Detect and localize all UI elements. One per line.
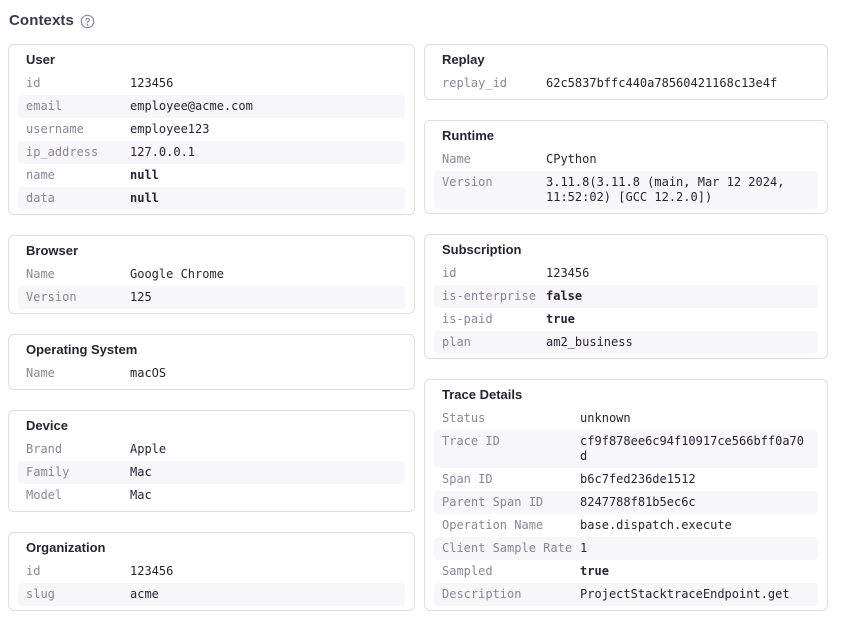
context-card: Organization id123456slugacme: [8, 532, 415, 611]
row-value-link[interactable]: cf9f878ee6c94f10917ce566bff0a70d: [580, 430, 818, 468]
card-title: Replay: [442, 51, 810, 68]
row-key: Operation Name: [434, 514, 580, 537]
card-title: User: [26, 51, 397, 68]
row-value: 62c5837bffc440a78560421168c13e4f: [546, 72, 818, 95]
row-key: Name: [18, 263, 130, 286]
row-value: 1: [580, 537, 818, 560]
row-key: username: [18, 118, 130, 141]
card-rows: replay_id62c5837bffc440a78560421168c13e4…: [434, 72, 818, 95]
context-card: Subscription id123456is-enterprisefalsei…: [424, 234, 828, 359]
row-key: Name: [18, 362, 130, 385]
row-value: Mac: [130, 461, 405, 484]
card-rows: BrandAppleFamilyMacModelMac: [18, 438, 405, 507]
row-value: 123456: [130, 560, 405, 583]
row-key: Name: [434, 148, 546, 171]
right-column: Replay replay_id62c5837bffc440a785604211…: [424, 44, 828, 611]
row-key: Version: [434, 171, 546, 209]
row-value: employee123: [130, 118, 405, 141]
row-value: 127.0.0.1: [130, 141, 405, 164]
row-key: is-paid: [434, 308, 546, 331]
card-rows: id123456is-enterprisefalseis-paidtruepla…: [434, 262, 818, 354]
row-value: null: [130, 187, 405, 210]
row-key: Version: [18, 286, 130, 309]
contexts-header: Contexts: [9, 12, 836, 29]
card-title: Operating System: [26, 341, 397, 358]
row-value: Mac: [130, 484, 405, 507]
row-value: 123456: [130, 72, 405, 95]
row-value: null: [130, 164, 405, 187]
context-card: Device BrandAppleFamilyMacModelMac: [8, 410, 415, 512]
row-value: base.dispatch.execute: [580, 514, 818, 537]
context-card: Operating System NamemacOS: [8, 334, 415, 390]
context-card: Runtime NameCPythonVersion3.11.8(3.11.8 …: [424, 120, 828, 214]
card-title: Trace Details: [442, 386, 810, 403]
row-value: true: [546, 308, 818, 331]
contexts-grid: User id123456emailemployee@acme.comusern…: [8, 44, 836, 611]
help-icon[interactable]: [80, 14, 95, 29]
row-value: true: [580, 560, 818, 583]
card-title: Runtime: [442, 127, 810, 144]
row-key: id: [18, 560, 130, 583]
row-key: is-enterprise: [434, 285, 546, 308]
row-key: Client Sample Rate: [434, 537, 580, 560]
card-rows: id123456emailemployee@acme.comusernameem…: [18, 72, 405, 210]
row-key: data: [18, 187, 130, 210]
card-rows: StatusunknownTrace IDcf9f878ee6c94f10917…: [434, 407, 818, 606]
row-key: Trace ID: [434, 430, 580, 468]
row-key: Description: [434, 583, 580, 606]
row-value: ProjectStacktraceEndpoint.get: [580, 583, 818, 606]
row-value: 123456: [546, 262, 818, 285]
page-title: Contexts: [9, 12, 74, 29]
row-key: name: [18, 164, 130, 187]
row-key: Sampled: [434, 560, 580, 583]
row-value: unknown: [580, 407, 818, 430]
context-card: Browser NameGoogle ChromeVersion125: [8, 235, 415, 314]
row-key: Family: [18, 461, 130, 484]
context-card: Trace Details StatusunknownTrace IDcf9f8…: [424, 379, 828, 611]
row-key: Brand: [18, 438, 130, 461]
row-value: false: [546, 285, 818, 308]
row-key: slug: [18, 583, 130, 606]
row-value: macOS: [130, 362, 405, 385]
row-value: b6c7fed236de1512: [580, 468, 818, 491]
card-rows: NamemacOS: [18, 362, 405, 385]
row-key: replay_id: [434, 72, 546, 95]
row-value: Google Chrome: [130, 263, 405, 286]
row-key: plan: [434, 331, 546, 354]
row-value: employee@acme.com: [130, 95, 405, 118]
card-title: Subscription: [442, 241, 810, 258]
row-key: ip_address: [18, 141, 130, 164]
context-card: User id123456emailemployee@acme.comusern…: [8, 44, 415, 215]
row-value: 125: [130, 286, 405, 309]
row-value: 8247788f81b5ec6c: [580, 491, 818, 514]
row-key: Parent Span ID: [434, 491, 580, 514]
row-key: Status: [434, 407, 580, 430]
card-title: Device: [26, 417, 397, 434]
row-value: CPython: [546, 148, 818, 171]
left-column: User id123456emailemployee@acme.comusern…: [8, 44, 415, 611]
card-rows: id123456slugacme: [18, 560, 405, 606]
row-key: id: [434, 262, 546, 285]
card-rows: NameCPythonVersion3.11.8(3.11.8 (main, M…: [434, 148, 818, 209]
row-key: Model: [18, 484, 130, 507]
row-value: acme: [130, 583, 405, 606]
context-card: Replay replay_id62c5837bffc440a785604211…: [424, 44, 828, 100]
row-value: 3.11.8(3.11.8 (main, Mar 12 2024, 11:52:…: [546, 171, 818, 209]
card-title: Browser: [26, 242, 397, 259]
row-value: am2_business: [546, 331, 818, 354]
row-key: id: [18, 72, 130, 95]
row-key: Span ID: [434, 468, 580, 491]
card-rows: NameGoogle ChromeVersion125: [18, 263, 405, 309]
card-title: Organization: [26, 539, 397, 556]
row-value: Apple: [130, 438, 405, 461]
row-key: email: [18, 95, 130, 118]
